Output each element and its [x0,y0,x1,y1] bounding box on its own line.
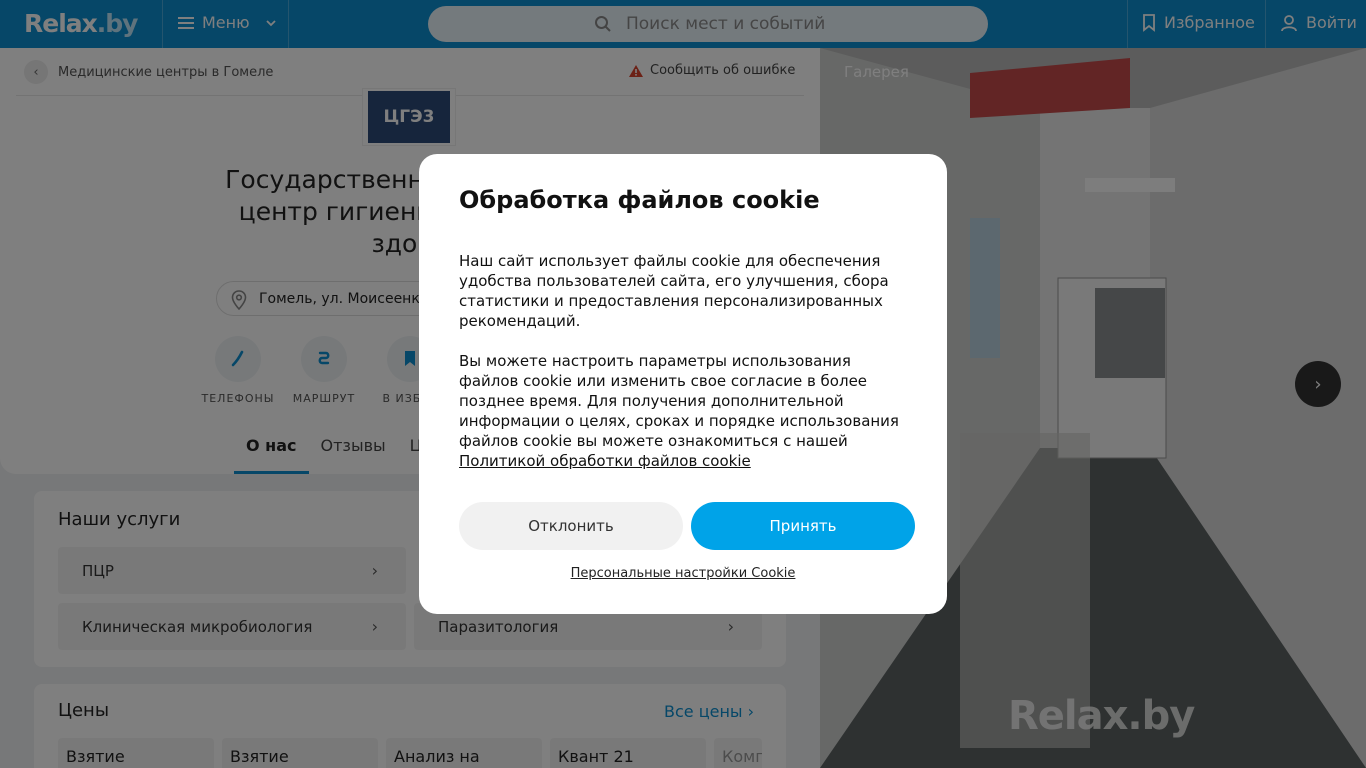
cookie-settings-link[interactable]: Персональные настройки Cookie [419,566,947,581]
cookie-modal: Обработка файлов cookie Наш сайт использ… [419,154,947,614]
cookie-policy-link[interactable]: Политикой обработки файлов cookie [459,452,751,470]
decline-button[interactable]: Отклонить [459,502,683,550]
cookie-text: Вы можете настроить параметры использова… [459,351,909,471]
cookie-text: Наш сайт использует файлы cookie для обе… [459,252,889,330]
cookie-text-body: Вы можете настроить параметры использова… [459,352,899,450]
accept-button[interactable]: Принять [691,502,915,550]
cookie-title: Обработка файлов cookie [459,186,820,214]
